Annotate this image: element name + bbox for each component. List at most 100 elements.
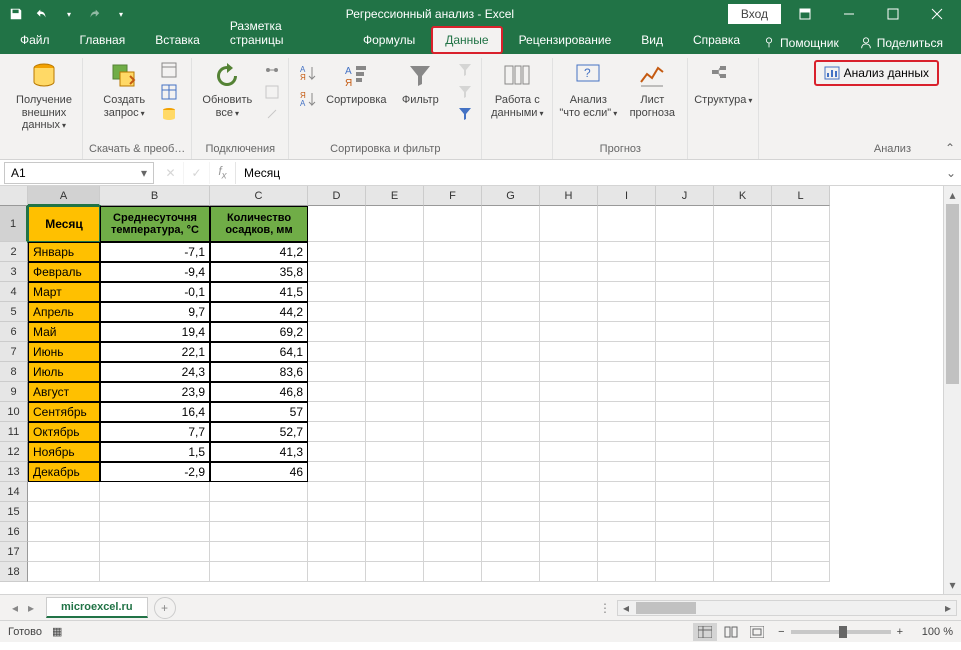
col-header-A[interactable]: A xyxy=(28,186,100,206)
cell-C14[interactable] xyxy=(210,482,308,502)
cell-B1[interactable]: Среднесуточня температура, °C xyxy=(100,206,210,242)
expand-formula-bar-button[interactable]: ⌄ xyxy=(941,166,961,180)
row-header-17[interactable]: 17 xyxy=(0,542,28,562)
col-header-C[interactable]: C xyxy=(210,186,308,206)
cell-B6[interactable]: 19,4 xyxy=(100,322,210,342)
col-header-K[interactable]: K xyxy=(714,186,772,206)
cell-I2[interactable] xyxy=(598,242,656,262)
cell-E9[interactable] xyxy=(366,382,424,402)
cell-J16[interactable] xyxy=(656,522,714,542)
cell-C16[interactable] xyxy=(210,522,308,542)
cell-B15[interactable] xyxy=(100,502,210,522)
normal-view-button[interactable] xyxy=(693,623,717,641)
cell-J1[interactable] xyxy=(656,206,714,242)
cell-I6[interactable] xyxy=(598,322,656,342)
cell-L10[interactable] xyxy=(772,402,830,422)
cell-E2[interactable] xyxy=(366,242,424,262)
cell-B4[interactable]: -0,1 xyxy=(100,282,210,302)
cell-E12[interactable] xyxy=(366,442,424,462)
cell-H8[interactable] xyxy=(540,362,598,382)
cell-K16[interactable] xyxy=(714,522,772,542)
sheet-first-button[interactable]: ◂ xyxy=(8,601,22,615)
cell-L2[interactable] xyxy=(772,242,830,262)
cell-F10[interactable] xyxy=(424,402,482,422)
cell-A18[interactable] xyxy=(28,562,100,582)
cell-C7[interactable]: 64,1 xyxy=(210,342,308,362)
select-all-cell[interactable] xyxy=(0,186,28,206)
refresh-all-button[interactable]: Обновить все xyxy=(198,60,256,119)
cell-E10[interactable] xyxy=(366,402,424,422)
cell-K4[interactable] xyxy=(714,282,772,302)
cell-C2[interactable]: 41,2 xyxy=(210,242,308,262)
cell-I17[interactable] xyxy=(598,542,656,562)
cell-I1[interactable] xyxy=(598,206,656,242)
cell-D8[interactable] xyxy=(308,362,366,382)
cell-D5[interactable] xyxy=(308,302,366,322)
row-header-8[interactable]: 8 xyxy=(0,362,28,382)
cell-H4[interactable] xyxy=(540,282,598,302)
cell-K5[interactable] xyxy=(714,302,772,322)
scroll-right-button[interactable]: ▸ xyxy=(940,601,956,615)
cell-F16[interactable] xyxy=(424,522,482,542)
cancel-formula-button[interactable]: ✕ xyxy=(158,162,184,184)
cell-D4[interactable] xyxy=(308,282,366,302)
cell-L15[interactable] xyxy=(772,502,830,522)
cell-L8[interactable] xyxy=(772,362,830,382)
from-table-button[interactable] xyxy=(159,82,179,102)
cell-H9[interactable] xyxy=(540,382,598,402)
cell-A3[interactable]: Февраль xyxy=(28,262,100,282)
cell-B16[interactable] xyxy=(100,522,210,542)
cell-G12[interactable] xyxy=(482,442,540,462)
cell-B12[interactable]: 1,5 xyxy=(100,442,210,462)
cell-L3[interactable] xyxy=(772,262,830,282)
row-header-18[interactable]: 18 xyxy=(0,562,28,582)
sort-button[interactable]: AЯ Сортировка xyxy=(327,60,385,107)
cell-D7[interactable] xyxy=(308,342,366,362)
share-button[interactable]: Поделиться xyxy=(853,32,949,54)
cell-C1[interactable]: Количество осадков, мм xyxy=(210,206,308,242)
cell-K17[interactable] xyxy=(714,542,772,562)
cell-J14[interactable] xyxy=(656,482,714,502)
cell-I10[interactable] xyxy=(598,402,656,422)
cell-I7[interactable] xyxy=(598,342,656,362)
cell-A9[interactable]: Август xyxy=(28,382,100,402)
zoom-in-button[interactable]: + xyxy=(897,626,903,638)
cell-D11[interactable] xyxy=(308,422,366,442)
cell-B5[interactable]: 9,7 xyxy=(100,302,210,322)
cell-G16[interactable] xyxy=(482,522,540,542)
cell-E8[interactable] xyxy=(366,362,424,382)
cell-G18[interactable] xyxy=(482,562,540,582)
tab-data[interactable]: Данные xyxy=(431,26,502,54)
sheet-last-button[interactable]: ▸ xyxy=(24,601,38,615)
cell-K18[interactable] xyxy=(714,562,772,582)
advanced-filter-button[interactable] xyxy=(455,104,475,124)
cell-C13[interactable]: 46 xyxy=(210,462,308,482)
cell-D2[interactable] xyxy=(308,242,366,262)
vscroll-thumb[interactable] xyxy=(946,204,959,384)
page-layout-view-button[interactable] xyxy=(719,623,743,641)
row-header-7[interactable]: 7 xyxy=(0,342,28,362)
cell-G7[interactable] xyxy=(482,342,540,362)
col-header-L[interactable]: L xyxy=(772,186,830,206)
cell-C9[interactable]: 46,8 xyxy=(210,382,308,402)
redo-button[interactable] xyxy=(82,2,106,26)
row-header-10[interactable]: 10 xyxy=(0,402,28,422)
save-button[interactable] xyxy=(4,2,28,26)
vertical-scrollbar[interactable]: ▴ ▾ xyxy=(943,186,961,594)
row-header-9[interactable]: 9 xyxy=(0,382,28,402)
cell-D17[interactable] xyxy=(308,542,366,562)
cell-C11[interactable]: 52,7 xyxy=(210,422,308,442)
row-header-15[interactable]: 15 xyxy=(0,502,28,522)
sort-az-button[interactable]: AЯ xyxy=(295,60,321,86)
cell-C8[interactable]: 83,6 xyxy=(210,362,308,382)
cell-A5[interactable]: Апрель xyxy=(28,302,100,322)
formula-input[interactable] xyxy=(236,162,941,184)
col-header-E[interactable]: E xyxy=(366,186,424,206)
cell-F14[interactable] xyxy=(424,482,482,502)
cell-I14[interactable] xyxy=(598,482,656,502)
cell-F9[interactable] xyxy=(424,382,482,402)
get-external-data-button[interactable]: Получение внешних данных xyxy=(12,60,76,132)
cell-E13[interactable] xyxy=(366,462,424,482)
cell-J9[interactable] xyxy=(656,382,714,402)
cell-J3[interactable] xyxy=(656,262,714,282)
